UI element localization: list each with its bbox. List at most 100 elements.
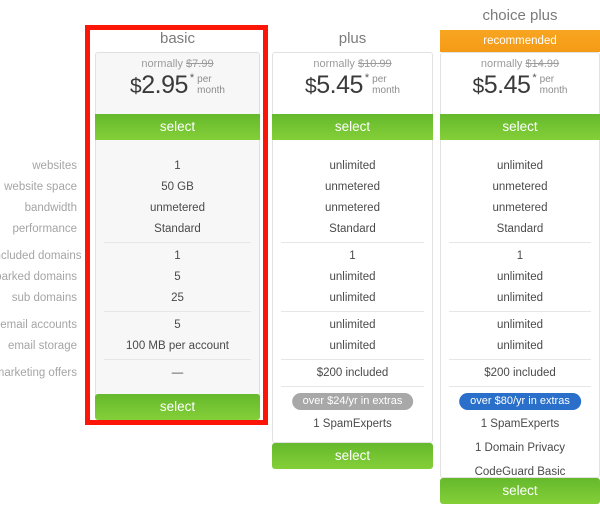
feature-value-marketing-offers: $200 included xyxy=(316,367,389,379)
select-button-plus-top[interactable]: select xyxy=(272,114,433,140)
feature-value-websites: 1 xyxy=(174,160,181,172)
feature-value-marketing-offers: — xyxy=(171,367,184,379)
bonus-item-domain-privacy: 1 Domain Privacy xyxy=(474,442,566,454)
feature-value-email-storage: 100 MB per account xyxy=(126,340,229,352)
feature-label-parked-domains: parked domains xyxy=(0,271,77,283)
feature-value-marketing-offers: $200 included xyxy=(484,367,556,379)
price-box-choice-plus: normally $14.99 $5.45 * per month xyxy=(441,53,599,104)
feature-value-performance: Standard xyxy=(496,223,544,235)
select-button-choice-plus-top[interactable]: select xyxy=(440,114,600,140)
feature-label-website-space: website space xyxy=(4,181,77,193)
struck-price: $14.99 xyxy=(525,58,560,70)
normally-price-plus: normally $10.99 xyxy=(273,58,432,70)
per-period: per month xyxy=(372,72,400,96)
feature-value-parked-domains: 5 xyxy=(174,271,181,283)
feature-group-divider xyxy=(104,359,251,360)
feature-group-divider xyxy=(104,311,251,312)
per-period: per month xyxy=(197,72,225,96)
per-line-2: month xyxy=(372,85,400,96)
feature-label-marketing-offers: marketing offers xyxy=(0,367,77,379)
feature-value-parked-domains: unlimited xyxy=(329,271,376,283)
feature-label-column: websites website space bandwidth perform… xyxy=(0,0,85,512)
feature-value-included-domains: 1 xyxy=(349,250,356,262)
price-amount: $5.45 xyxy=(473,72,531,100)
plan-card-plus: normally $10.99 $5.45 * per month select … xyxy=(272,52,433,443)
select-button-basic-bottom[interactable]: select xyxy=(95,394,260,420)
feature-group-divider xyxy=(449,311,591,312)
price-value: 5.45 xyxy=(483,71,531,99)
per-line-1: per xyxy=(197,74,212,85)
feature-value-bandwidth: unmetered xyxy=(492,202,548,214)
feature-label-email-storage: email storage xyxy=(7,340,77,352)
price-box-plus: normally $10.99 $5.45 * per month xyxy=(273,53,432,104)
feature-group-divider xyxy=(281,359,424,360)
per-line-2: month xyxy=(197,85,225,96)
select-button-plus-bottom[interactable]: select xyxy=(272,443,433,469)
bonus-item-spamexperts: 1 SpamExperts xyxy=(480,418,560,430)
price-amount: $5.45 xyxy=(305,72,363,100)
feature-group-divider xyxy=(449,242,591,243)
feature-group-divider xyxy=(449,359,591,360)
per-period: per month xyxy=(540,72,568,96)
currency-symbol: $ xyxy=(472,75,485,98)
feature-value-bandwidth: unmetered xyxy=(325,202,380,214)
select-button-choice-plus-bottom[interactable]: select xyxy=(440,478,600,504)
feature-group-divider xyxy=(281,386,424,387)
per-line-2: month xyxy=(539,85,568,96)
feature-label-websites: websites xyxy=(32,160,77,172)
normally-price-choice-plus: normally $14.99 xyxy=(441,58,599,70)
feature-group-divider xyxy=(281,311,424,312)
feature-label-included-domains: included domains xyxy=(0,250,82,262)
per-line-1: per xyxy=(539,74,555,85)
feature-value-websites: unlimited xyxy=(329,160,376,172)
plan-title-basic: basic xyxy=(159,30,196,47)
feature-value-email-accounts: 5 xyxy=(174,319,181,331)
plan-title-choice-plus: choice plus xyxy=(482,7,558,24)
feature-label-performance: performance xyxy=(12,223,77,235)
feature-value-email-storage: unlimited xyxy=(496,340,544,352)
currency-symbol: $ xyxy=(130,75,142,98)
feature-value-bandwidth: unmetered xyxy=(150,202,205,214)
select-button-basic-top[interactable]: select xyxy=(95,114,260,140)
feature-value-sub-domains: unlimited xyxy=(496,292,544,304)
plan-column-basic: basic normally $7.99 $2.95 * per month se… xyxy=(95,0,260,512)
feature-group-divider xyxy=(104,242,251,243)
asterisk-marker: * xyxy=(364,72,370,84)
feature-value-websites: unlimited xyxy=(496,160,544,172)
feature-value-sub-domains: 25 xyxy=(171,292,184,304)
price-box-basic: normally $7.99 $2.95 * per month xyxy=(96,53,259,104)
plan-card-basic: normally $7.99 $2.95 * per month select 1… xyxy=(95,52,260,420)
price-amount: $2.95 xyxy=(130,72,188,100)
bonus-item-spamexperts: 1 SpamExperts xyxy=(313,418,392,430)
extras-pill-choice-plus: over $80/yr in extras xyxy=(459,393,581,410)
feature-label-email-accounts: email accounts xyxy=(0,319,77,331)
per-line-1: per xyxy=(372,74,387,85)
current-price-plus: $5.45 * per month xyxy=(273,72,432,100)
normally-prefix: normally xyxy=(141,58,183,70)
plan-column-choice-plus: choice plus recommended normally $14.99 … xyxy=(440,0,600,512)
price-value: 5.45 xyxy=(316,71,363,99)
feature-group-divider xyxy=(449,386,591,387)
feature-value-email-storage: unlimited xyxy=(329,340,376,352)
feature-value-website-space: unmetered xyxy=(492,181,548,193)
feature-value-performance: Standard xyxy=(329,223,376,235)
feature-value-website-space: 50 GB xyxy=(161,181,194,193)
feature-label-bandwidth: bandwidth xyxy=(24,202,77,214)
plan-title-plus: plus xyxy=(338,30,367,47)
normally-price-basic: normally $7.99 xyxy=(96,58,259,70)
normally-prefix: normally xyxy=(313,58,355,70)
feature-value-included-domains: 1 xyxy=(174,250,181,262)
feature-value-website-space: unmetered xyxy=(325,181,380,193)
current-price-basic: $2.95 * per month xyxy=(96,72,259,100)
struck-price: $7.99 xyxy=(186,58,214,70)
extras-pill-plus: over $24/yr in extras xyxy=(291,393,414,410)
feature-value-parked-domains: unlimited xyxy=(496,271,544,283)
price-value: 2.95 xyxy=(141,71,188,99)
plan-column-plus: plus normally $10.99 $5.45 * per month se… xyxy=(272,0,433,512)
struck-price: $10.99 xyxy=(357,58,392,70)
recommended-badge: recommended xyxy=(440,30,600,52)
feature-value-included-domains: 1 xyxy=(516,250,524,262)
feature-value-sub-domains: unlimited xyxy=(329,292,376,304)
pricing-table: websites website space bandwidth perform… xyxy=(0,0,600,512)
plan-card-choice-plus: normally $14.99 $5.45 * per month select … xyxy=(440,52,600,478)
